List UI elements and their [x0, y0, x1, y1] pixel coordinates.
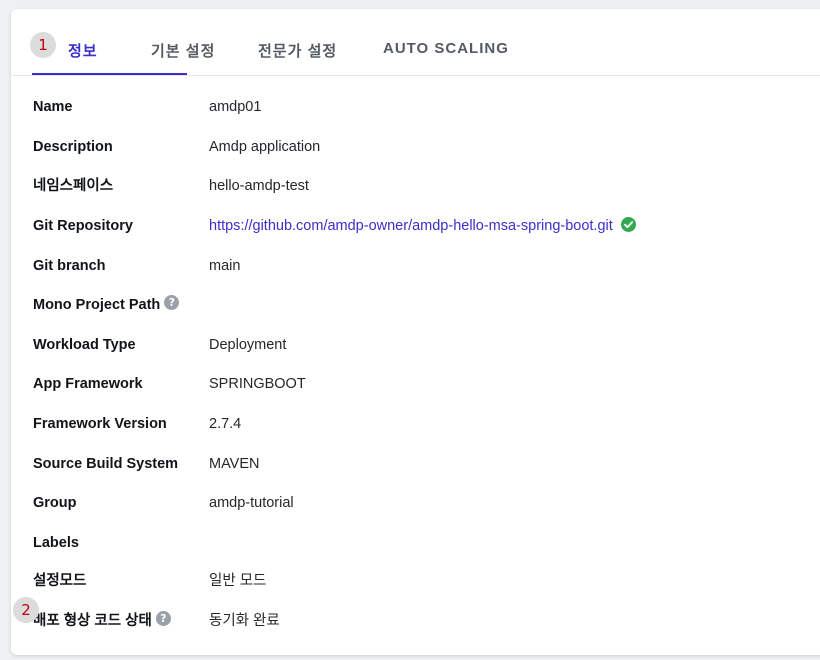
detail-row-framework-version: Framework Version 2.7.4 — [33, 412, 813, 436]
detail-label: Source Build System — [33, 456, 179, 472]
git-repository-value: https://github.com/amdp-owner/amdp-hello… — [209, 214, 636, 238]
detail-label-with-help: Mono Project Path? — [33, 293, 180, 317]
git-repository-link[interactable]: https://github.com/amdp-owner/amdp-hello… — [209, 218, 613, 234]
app-detail-card: 정보 기본 설정 전문가 설정 AUTO SCALING 1 Name amdp… — [11, 9, 820, 655]
detail-label-with-help: 배포 형상 코드 상태? — [33, 609, 171, 633]
tab-bar: 정보 기본 설정 전문가 설정 AUTO SCALING — [11, 9, 820, 76]
detail-row-source-build-system: Source Build System MAVEN — [33, 452, 813, 476]
detail-label: 설정모드 — [33, 573, 87, 589]
detail-value: amdp01 — [209, 99, 262, 115]
detail-label-text: 배포 형상 코드 상태 — [33, 613, 152, 629]
detail-row-git-repository: Git Repository https://github.com/amdp-o… — [33, 214, 813, 238]
detail-value: main — [209, 258, 241, 274]
tab-auto-scaling[interactable]: AUTO SCALING — [383, 40, 509, 57]
detail-value: 2.7.4 — [209, 416, 242, 432]
detail-value: Deployment — [209, 337, 287, 353]
detail-label: Name — [33, 99, 73, 115]
question-circle-icon[interactable]: ? — [155, 611, 171, 626]
detail-row-deploy-config-status: 배포 형상 코드 상태? 동기화 완료 — [33, 609, 813, 633]
question-circle-icon[interactable]: ? — [164, 295, 180, 310]
detail-label-text: Mono Project Path — [33, 297, 161, 313]
detail-label: 네임스페이스 — [33, 178, 114, 194]
detail-row-namespace: 네임스페이스 hello-amdp-test — [33, 174, 813, 198]
tab-basic-settings[interactable]: 기본 설정 — [151, 40, 215, 61]
detail-label: Git Repository — [33, 218, 133, 234]
detail-row-name: Name amdp01 — [33, 95, 813, 119]
detail-value: MAVEN — [209, 456, 260, 472]
detail-value: amdp-tutorial — [209, 495, 294, 511]
detail-row-workload-type: Workload Type Deployment — [33, 333, 813, 357]
detail-row-group: Group amdp-tutorial — [33, 491, 813, 515]
detail-label: Framework Version — [33, 416, 167, 432]
detail-value: Amdp application — [209, 139, 321, 155]
detail-label: Git branch — [33, 258, 106, 274]
tab-info[interactable]: 정보 — [68, 40, 98, 61]
detail-row-app-framework: App Framework SPRINGBOOT — [33, 372, 813, 396]
annotation-marker-1: 1 — [30, 32, 56, 58]
detail-value: 일반 모드 — [209, 573, 267, 589]
detail-row-git-branch: Git branch main — [33, 254, 813, 278]
detail-row-description: Description Amdp application — [33, 135, 813, 159]
detail-label: App Framework — [33, 376, 143, 392]
detail-value: SPRINGBOOT — [209, 376, 306, 392]
detail-value: hello-amdp-test — [209, 178, 309, 194]
annotation-marker-2: 2 — [13, 597, 39, 623]
active-tab-indicator — [32, 73, 187, 75]
detail-label: Labels — [33, 535, 79, 551]
tab-expert-settings[interactable]: 전문가 설정 — [258, 40, 337, 61]
detail-value: 동기화 완료 — [209, 613, 280, 629]
check-circle-icon — [620, 217, 636, 232]
detail-row-setting-mode: 설정모드 일반 모드 — [33, 569, 813, 593]
detail-label: Description — [33, 139, 113, 155]
detail-label: Workload Type — [33, 337, 136, 353]
detail-row-labels: Labels — [33, 531, 813, 555]
detail-row-mono-project-path: Mono Project Path? — [33, 293, 813, 317]
detail-label: Group — [33, 495, 77, 511]
